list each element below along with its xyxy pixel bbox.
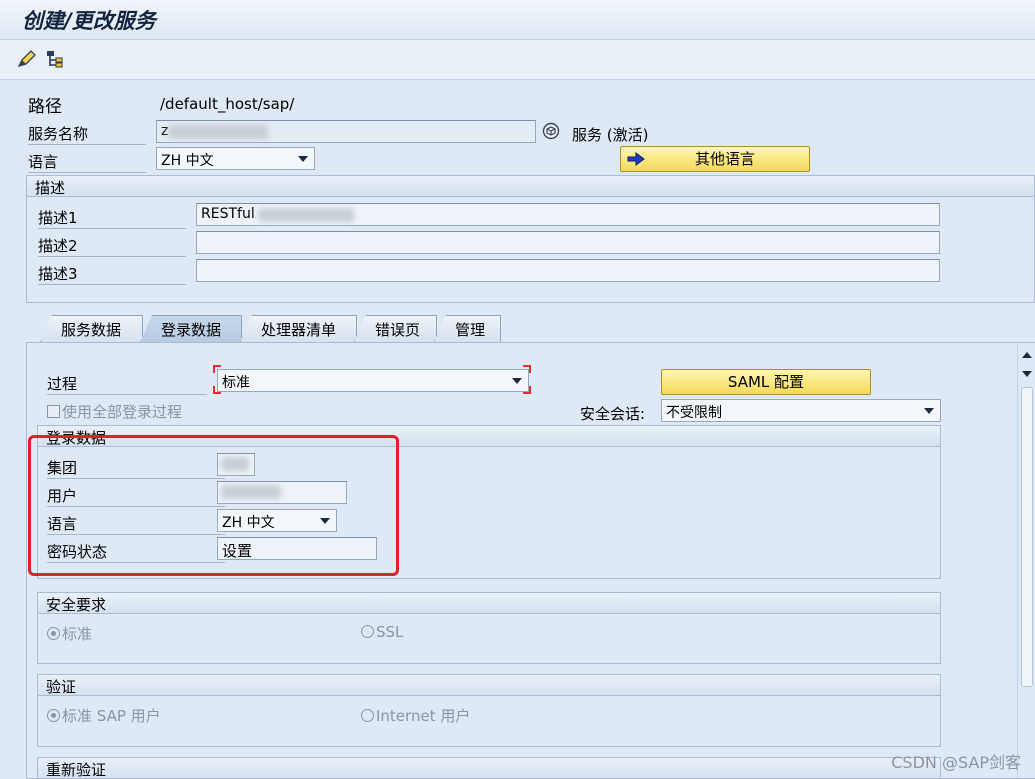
required-marker [523,386,531,394]
tab-label: 处理器清单 [261,321,337,339]
secure-session-label: 安全会话: [580,405,646,423]
redaction-blur [258,208,354,222]
reauthentication-group: 重新验证 [37,757,941,778]
arrow-right-icon [627,152,645,166]
chevron-down-icon [298,156,308,162]
tab-logon-data[interactable]: 登录数据 [140,315,242,342]
description2-field[interactable] [196,231,940,254]
language-value: ZH 中文 [161,153,214,169]
checkbox-box [47,405,60,418]
reauthentication-group-title: 重新验证 [38,758,940,778]
edit-icon[interactable] [16,48,38,70]
hierarchy-icon[interactable] [44,48,66,70]
highlight-box [28,435,399,576]
authentication-group-title: 验证 [38,675,940,696]
auth-internet-user-label: Internet 用户 [376,707,471,725]
required-marker [523,365,531,373]
procedure-dropdown[interactable]: 标准 [217,369,529,392]
use-all-procedures-checkbox[interactable]: 使用全部登录过程 [47,401,182,422]
radio-circle [361,625,374,638]
service-name-label: 服务名称 [28,123,146,145]
tab-administration[interactable]: 管理 [434,315,501,342]
main-content: 路径 /default_host/sap/ 服务名称 z 服务 (激活) 语言 … [0,80,1035,779]
vertical-scrollbar[interactable] [1017,343,1035,778]
language-dropdown[interactable]: ZH 中文 [156,147,315,170]
tab-label: 管理 [455,321,486,339]
chevron-down-icon [512,378,522,384]
toolbar [0,40,1035,80]
tab-label: 服务数据 [61,321,122,339]
description1-label: 描述1 [38,207,186,229]
service-status: 服务 (激活) [572,126,649,144]
security-group: 安全要求 [37,592,941,664]
path-value: /default_host/sap/ [160,95,295,113]
secure-session-value: 不受限制 [666,405,722,421]
watermark: CSDN @SAP剑客 [891,753,1021,772]
description-group-title: 描述 [27,176,1034,197]
security-ssl-label: SSL [376,623,404,641]
auth-standard-sap-user-radio[interactable]: 标准 SAP 用户 [47,705,161,726]
use-all-procedures-label: 使用全部登录过程 [62,403,183,421]
chevron-down-icon [924,408,934,414]
auth-standard-sap-user-label: 标准 SAP 用户 [62,707,161,725]
required-marker [213,386,221,394]
other-languages-button[interactable]: 其他语言 [620,146,810,172]
security-ssl-radio[interactable]: SSL [361,623,403,641]
authentication-group: 验证 [37,674,941,747]
tab-handler-list[interactable]: 处理器清单 [240,315,357,342]
language-label: 语言 [28,151,146,173]
scroll-down-icon[interactable] [1022,371,1032,377]
description2-label: 描述2 [38,235,186,257]
security-standard-radio[interactable]: 标准 [47,623,92,644]
radio-circle [361,709,374,722]
tab-label: 登录数据 [161,321,222,339]
auth-internet-user-radio[interactable]: Internet 用户 [361,705,470,726]
radio-circle [47,627,60,640]
description3-field[interactable] [196,259,940,282]
required-marker [213,365,221,373]
secure-session-dropdown[interactable]: 不受限制 [661,399,941,422]
redaction-blur [168,125,268,139]
procedure-label: 过程 [47,373,207,395]
saml-config-label: SAML 配置 [727,373,805,391]
service-active-icon [542,122,560,140]
security-group-title: 安全要求 [38,593,940,614]
tab-label: 错误页 [375,321,421,339]
description1-value: RESTful [201,206,255,222]
other-languages-label: 其他语言 [694,150,755,168]
scrollbar-thumb[interactable] [1021,387,1033,687]
path-label: 路径 [28,97,62,117]
title-bar: 创建/更改服务 [0,0,1035,40]
saml-config-button[interactable]: SAML 配置 [661,369,871,395]
tab-service-data[interactable]: 服务数据 [40,315,143,342]
security-standard-label: 标准 [62,625,93,643]
tab-error-pages[interactable]: 错误页 [354,315,437,342]
description3-label: 描述3 [38,263,186,285]
scroll-up-icon[interactable] [1022,352,1032,358]
procedure-value: 标准 [222,375,250,391]
radio-circle [47,709,60,722]
window-title: 创建/更改服务 [22,9,156,33]
